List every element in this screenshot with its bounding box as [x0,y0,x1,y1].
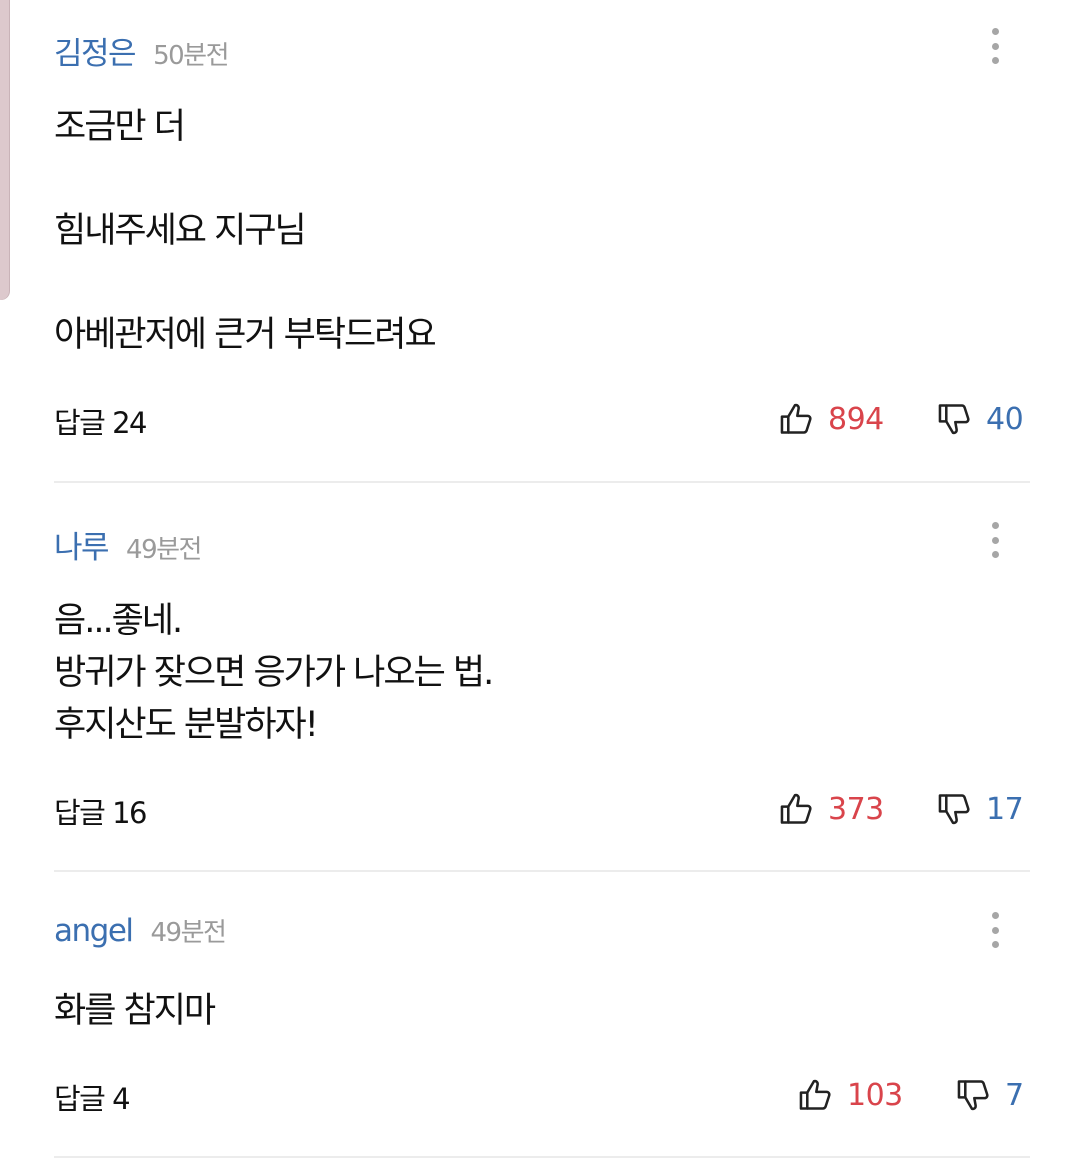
comment-item: 김정은 50분전 조금만 더 힘내주세요 지구님 아베관저에 큰거 부탁드려요 … [54,28,1030,448]
side-panel-edge[interactable] [0,0,9,300]
comment-footer: 답글 4 103 7 [54,1076,1030,1118]
thumbs-up-icon [780,793,812,824]
comment-time: 49분전 [126,535,202,565]
comment-divider [54,870,1030,872]
like-button[interactable]: 103 [797,1076,903,1114]
reply-button[interactable]: 답글 16 [54,790,147,832]
thumbs-down-icon [957,1080,989,1111]
comment-line: 아베관저에 큰거 부탁드려요 [54,315,437,355]
dislike-count: 40 [986,401,1024,437]
comment-divider [54,1156,1030,1158]
more-options-icon[interactable] [988,912,1002,948]
dislike-count: 7 [1005,1077,1024,1113]
comment-header: 나루 49분전 [54,522,202,566]
dislike-count: 17 [986,791,1024,827]
dislike-button[interactable]: 17 [936,790,1024,828]
comment-footer: 답글 24 894 40 [54,400,1030,442]
dislike-button[interactable]: 7 [955,1076,1024,1114]
comment-line: 힘내주세요 지구님 [54,211,307,251]
more-options-icon[interactable] [988,522,1002,558]
comment-item: angel 49분전 화를 참지마 답글 4 103 7 [54,912,1030,1132]
comment-author[interactable]: 김정은 [54,28,137,73]
thumbs-down-icon [938,794,970,825]
comment-line: 방귀가 잦으면 응가가 나오는 법. [54,653,494,693]
comment-line: 화를 참지마 [54,991,216,1031]
comment-line: 후지산도 분발하자! [54,705,319,745]
like-count: 894 [828,401,884,437]
like-button[interactable]: 373 [778,790,884,828]
reply-button[interactable]: 답글 4 [54,1076,131,1118]
like-count: 103 [847,1077,903,1113]
more-options-icon[interactable] [988,28,1002,64]
comment-header: 김정은 50분전 [54,28,229,72]
like-count: 373 [828,791,884,827]
reply-button[interactable]: 답글 24 [54,400,147,442]
comment-time: 49분전 [150,918,227,948]
comment-item: 나루 49분전 음...좋네. 방귀가 잦으면 응가가 나오는 법. 후지산도 … [54,522,1030,842]
dislike-button[interactable]: 40 [936,400,1024,438]
comment-line: 음...좋네. [54,601,183,641]
comment-time: 50분전 [153,41,229,71]
thumbs-down-icon [938,404,970,435]
like-button[interactable]: 894 [778,400,884,438]
comment-line: 조금만 더 [54,107,186,147]
comment-author[interactable]: 나루 [54,522,110,567]
comment-header: angel 49분전 [54,912,227,952]
thumbs-up-icon [799,1079,831,1110]
comment-divider [54,481,1030,483]
thumbs-up-icon [780,403,812,434]
comment-footer: 답글 16 373 17 [54,790,1030,832]
comment-author[interactable]: angel [54,913,134,949]
